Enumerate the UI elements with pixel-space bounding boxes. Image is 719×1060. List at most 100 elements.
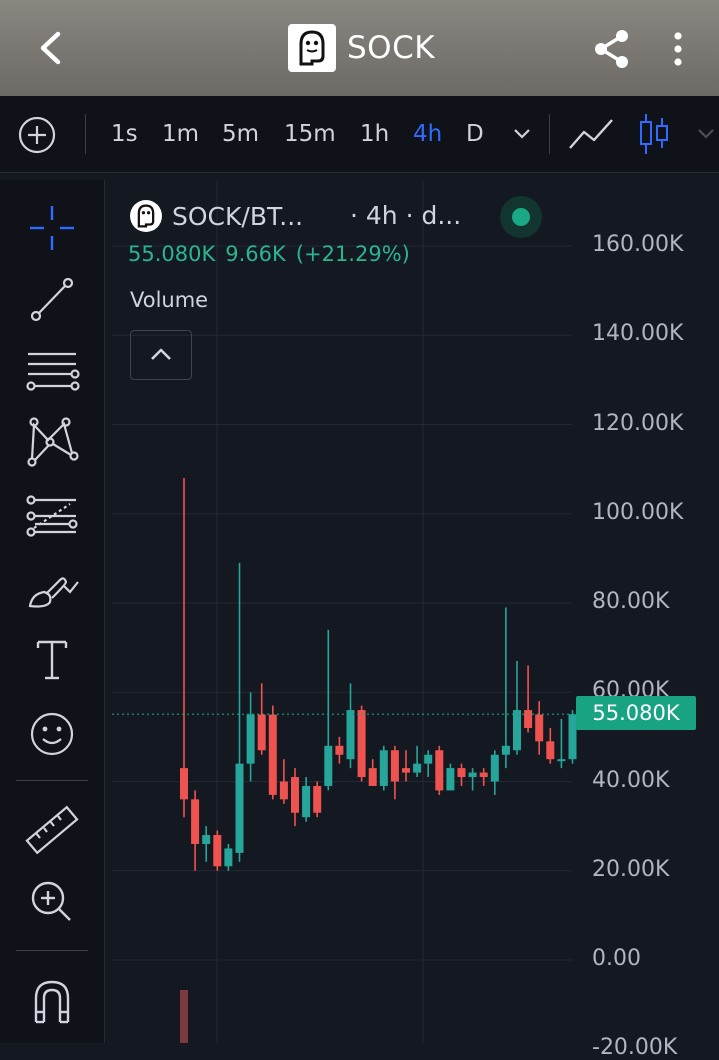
candle-body bbox=[224, 848, 233, 867]
fib-icon bbox=[26, 495, 78, 537]
interval-4h[interactable]: 4h bbox=[413, 96, 442, 172]
candle-body bbox=[257, 714, 266, 751]
share-button[interactable] bbox=[590, 27, 634, 71]
y-tick-label: 100.00K bbox=[592, 499, 684, 525]
brush-icon bbox=[28, 577, 79, 608]
candle-body bbox=[313, 785, 322, 813]
candle-body bbox=[302, 785, 311, 818]
text-icon bbox=[36, 640, 68, 680]
candle-body bbox=[191, 799, 200, 844]
fib-tool[interactable] bbox=[20, 484, 84, 548]
y-tick-label: 20.00K bbox=[592, 856, 670, 882]
candle-body bbox=[368, 768, 377, 786]
candle-body bbox=[535, 714, 544, 742]
interval-label: · 4h · d... bbox=[350, 201, 462, 230]
brush-tool[interactable] bbox=[20, 558, 84, 622]
more-button[interactable] bbox=[660, 27, 696, 71]
page-title: SOCK bbox=[347, 30, 436, 66]
candle-body bbox=[402, 768, 410, 773]
horizontal-lines-icon bbox=[26, 352, 80, 391]
candle-body bbox=[379, 750, 388, 786]
app-header: SOCK bbox=[0, 0, 719, 96]
share-icon bbox=[595, 30, 628, 68]
price-change: 9.66K bbox=[225, 242, 286, 266]
candlestick-button[interactable] bbox=[636, 112, 672, 156]
back-button[interactable] bbox=[30, 26, 74, 70]
candle-body bbox=[457, 768, 466, 778]
candle-body bbox=[279, 781, 288, 800]
trend-line-icon bbox=[30, 277, 74, 322]
chart-type-dropdown-button[interactable] bbox=[694, 120, 718, 148]
trend-line-tool[interactable] bbox=[20, 266, 84, 330]
candle-body bbox=[435, 750, 444, 791]
plus-circle-icon bbox=[18, 116, 56, 154]
market-status-indicator bbox=[500, 196, 542, 238]
crosshair-tool[interactable] bbox=[20, 196, 84, 260]
chevron-left-icon bbox=[40, 31, 61, 65]
zoom-in-icon bbox=[31, 881, 71, 921]
toolbar-divider bbox=[85, 114, 86, 154]
line-chart-button[interactable] bbox=[568, 114, 616, 154]
y-tick-label: 120.00K bbox=[592, 410, 684, 436]
candle-body bbox=[235, 763, 244, 853]
symbol-legend[interactable]: SOCK/BT... bbox=[130, 198, 303, 234]
candle-body bbox=[513, 710, 521, 751]
horizontal-lines-tool[interactable] bbox=[20, 340, 84, 404]
candle-body bbox=[180, 768, 188, 800]
magnet-icon bbox=[34, 980, 70, 1024]
crosshair-icon bbox=[30, 206, 74, 250]
chevron-down-icon bbox=[514, 129, 530, 139]
emoji-icon bbox=[30, 712, 74, 756]
price-chart[interactable]: SOCK/BT... · 4h · d... 55.080K 9.66K (+21.… bbox=[112, 180, 719, 1060]
line-chart-icon bbox=[569, 119, 613, 149]
toolbar-divider bbox=[549, 114, 550, 154]
interval-1m[interactable]: 1m bbox=[162, 96, 199, 172]
candle-body bbox=[546, 741, 555, 760]
y-tick-label: 0.00 bbox=[592, 946, 641, 971]
candle-body bbox=[246, 714, 255, 764]
candlestick-icon bbox=[640, 114, 668, 154]
interval-15m[interactable]: 15m bbox=[284, 96, 336, 172]
candle-body bbox=[424, 754, 433, 764]
candle-body bbox=[524, 710, 533, 728]
pattern-icon bbox=[27, 417, 79, 467]
y-tick-label: -20.00K bbox=[592, 1035, 678, 1060]
chevron-down-icon bbox=[698, 129, 714, 139]
ruler-tool[interactable] bbox=[20, 798, 84, 862]
candle-body bbox=[357, 710, 366, 778]
add-indicator-button[interactable] bbox=[18, 116, 56, 154]
interval-d[interactable]: D bbox=[466, 96, 484, 172]
interval-1s[interactable]: 1s bbox=[111, 96, 138, 172]
volume-label: Volume bbox=[130, 288, 209, 312]
symbol-name: SOCK/BT... bbox=[172, 201, 304, 231]
y-tick-label: 40.00K bbox=[592, 767, 670, 793]
last-price-tag: 55.080K bbox=[576, 696, 696, 730]
candle-body bbox=[490, 754, 499, 782]
candle-body bbox=[335, 745, 344, 755]
pattern-tool[interactable] bbox=[20, 410, 84, 474]
candle-body bbox=[202, 835, 211, 844]
text-tool[interactable] bbox=[20, 628, 84, 692]
candle-body bbox=[501, 745, 510, 755]
candle-body bbox=[479, 772, 488, 778]
last-price: 55.080K bbox=[128, 242, 216, 266]
header-title-group: SOCK bbox=[288, 24, 435, 72]
zoom-tool[interactable] bbox=[20, 870, 84, 934]
candle-body bbox=[468, 772, 477, 778]
symbol-logo bbox=[130, 200, 162, 232]
interval-5m[interactable]: 5m bbox=[222, 96, 259, 172]
interval-dropdown-button[interactable] bbox=[510, 120, 534, 148]
candle-body bbox=[346, 710, 355, 760]
candle-body bbox=[390, 750, 399, 782]
volume-bar bbox=[180, 990, 188, 1043]
y-tick-label: 140.00K bbox=[592, 321, 684, 347]
more-vertical-icon bbox=[674, 32, 682, 66]
collapse-legend-button[interactable] bbox=[130, 330, 192, 380]
magnet-tool[interactable] bbox=[20, 968, 84, 1032]
interval-1h[interactable]: 1h bbox=[360, 96, 389, 172]
candle-body bbox=[557, 759, 566, 762]
y-tick-label: 160.00K bbox=[592, 232, 684, 257]
emoji-tool[interactable] bbox=[20, 702, 84, 766]
candle-body bbox=[324, 745, 333, 786]
candle-body bbox=[413, 763, 422, 773]
